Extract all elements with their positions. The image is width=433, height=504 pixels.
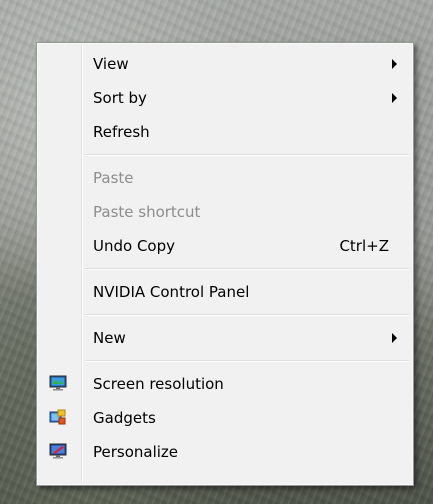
menu-item-new[interactable]: New (37, 321, 413, 355)
menu-item-label: Paste (93, 169, 134, 187)
monitor-icon (49, 375, 67, 391)
menu-item-label: Sort by (93, 89, 147, 107)
desktop-context-menu: View Sort by Refresh Paste Paste shortcu… (36, 42, 414, 486)
menu-item-label: New (93, 329, 126, 347)
menu-item-paste-shortcut: Paste shortcut (37, 195, 413, 229)
menu-item-refresh[interactable]: Refresh (37, 115, 413, 149)
menu-item-undo-copy[interactable]: Undo Copy Ctrl+Z (37, 229, 413, 263)
menu-item-view[interactable]: View (37, 47, 413, 81)
menu-item-nvidia-control-panel[interactable]: NVIDIA Control Panel (37, 275, 413, 309)
menu-item-label: Paste shortcut (93, 203, 201, 221)
submenu-arrow-icon (392, 93, 397, 103)
menu-item-personalize[interactable]: Personalize (37, 435, 413, 469)
submenu-arrow-icon (392, 59, 397, 69)
menu-item-sort-by[interactable]: Sort by (37, 81, 413, 115)
menu-separator (85, 268, 409, 270)
menu-item-label: Refresh (93, 123, 150, 141)
menu-item-label: Gadgets (93, 409, 156, 427)
submenu-arrow-icon (392, 333, 397, 343)
menu-item-screen-resolution[interactable]: Screen resolution (37, 367, 413, 401)
menu-item-gadgets[interactable]: Gadgets (37, 401, 413, 435)
menu-item-paste: Paste (37, 161, 413, 195)
menu-item-label: Screen resolution (93, 375, 224, 393)
menu-item-label: Personalize (93, 443, 179, 461)
menu-item-label: View (93, 55, 129, 73)
shortcut-text: Ctrl+Z (339, 237, 389, 255)
gadgets-icon (49, 409, 66, 425)
menu-separator (85, 314, 409, 316)
menu-separator (85, 154, 409, 156)
personalize-icon (49, 443, 67, 459)
menu-separator (85, 360, 409, 362)
menu-item-label: NVIDIA Control Panel (93, 283, 250, 301)
menu-item-label: Undo Copy (93, 237, 176, 255)
